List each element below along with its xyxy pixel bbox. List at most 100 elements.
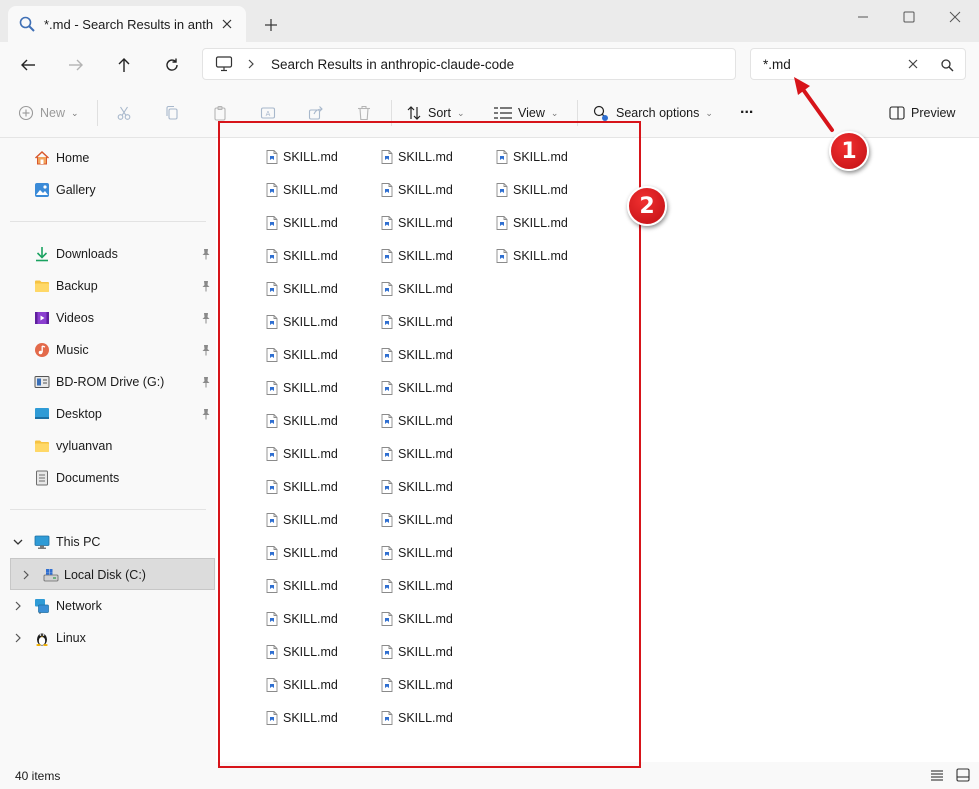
linux-icon xyxy=(34,630,50,646)
sidebar-item-label: Desktop xyxy=(56,407,102,421)
close-window-button[interactable] xyxy=(944,6,966,28)
this-pc-icon xyxy=(34,534,50,550)
chevron-right-icon[interactable] xyxy=(12,600,24,612)
sidebar-item-downloads[interactable]: Downloads xyxy=(0,238,216,270)
search-options-icon xyxy=(593,105,608,121)
sort-icon xyxy=(407,106,421,120)
divider xyxy=(10,509,206,510)
sidebar-item-documents[interactable]: Documents xyxy=(0,462,216,494)
annotation-badge-1: 1 xyxy=(829,131,869,171)
sidebar-item-label: Network xyxy=(56,599,102,613)
network-icon xyxy=(34,598,50,614)
sidebar-item-music[interactable]: Music xyxy=(0,334,216,366)
pin-icon[interactable] xyxy=(200,312,212,324)
videos-icon xyxy=(34,310,50,326)
sidebar-item-videos[interactable]: Videos xyxy=(0,302,216,334)
sidebar-item-linux[interactable]: Linux xyxy=(0,622,216,654)
sidebar-item-backup[interactable]: Backup xyxy=(0,270,216,302)
cut-button[interactable] xyxy=(116,102,138,124)
new-tab-button[interactable] xyxy=(260,14,282,36)
annotation-box xyxy=(218,121,641,768)
sidebar-item-label: This PC xyxy=(56,535,101,549)
search-options-label: Search options xyxy=(616,106,700,120)
delete-icon xyxy=(358,106,370,121)
sidebar-item-label: Music xyxy=(56,343,89,357)
sidebar-item-label: Videos xyxy=(56,311,94,325)
local-disk-icon xyxy=(43,567,59,583)
search-icon[interactable] xyxy=(939,57,955,73)
back-button[interactable] xyxy=(17,54,39,76)
drive-icon xyxy=(34,374,50,390)
forward-button[interactable] xyxy=(65,54,87,76)
home-icon xyxy=(34,150,50,166)
sort-label: Sort xyxy=(428,106,451,120)
view-list-icon xyxy=(494,107,512,119)
navigation-pane: Home Gallery Downloads Backup Videos Mus… xyxy=(0,138,216,762)
preview-label: Preview xyxy=(911,106,956,120)
breadcrumb-chevron-icon[interactable] xyxy=(247,56,259,72)
sidebar-item-label: Gallery xyxy=(56,183,96,197)
sidebar-item-label: vyluanvan xyxy=(56,439,113,453)
up-button[interactable] xyxy=(113,54,135,76)
sidebar-item-label: Linux xyxy=(56,631,86,645)
sidebar-item-bd-rom-drive[interactable]: BD-ROM Drive (G:) xyxy=(0,366,216,398)
refresh-button[interactable] xyxy=(161,54,183,76)
add-icon xyxy=(18,105,34,121)
close-tab-icon[interactable] xyxy=(218,15,236,33)
chevron-down-icon: ⌄ xyxy=(71,107,79,118)
sidebar-item-label: Documents xyxy=(56,471,120,485)
pin-icon[interactable] xyxy=(200,280,212,292)
view-label: View xyxy=(518,106,545,120)
details-view-icon[interactable] xyxy=(930,768,946,784)
more-options-button[interactable]: ... xyxy=(740,98,753,120)
pin-icon[interactable] xyxy=(200,408,212,420)
new-label: New xyxy=(40,106,66,120)
sidebar-item-label: BD-ROM Drive (G:) xyxy=(56,375,165,389)
desktop-icon xyxy=(34,406,50,422)
clear-search-icon[interactable] xyxy=(905,56,921,72)
chevron-right-icon[interactable] xyxy=(20,569,32,581)
annotation-badge-2: 2 xyxy=(627,186,667,226)
tab-title: *.md - Search Results in anthr xyxy=(44,16,214,32)
sidebar-item-vyluanvan[interactable]: vyluanvan xyxy=(0,430,216,462)
minimize-button[interactable] xyxy=(852,6,874,28)
chevron-down-icon: ⌄ xyxy=(456,107,465,118)
address-bar[interactable]: Search Results in anthropic-claude-code xyxy=(202,48,736,80)
sidebar-item-home[interactable]: Home xyxy=(0,142,216,174)
folder-icon xyxy=(34,278,50,294)
sidebar-item-desktop[interactable]: Desktop xyxy=(0,398,216,430)
copy-button[interactable] xyxy=(164,102,186,124)
title-bar: *.md - Search Results in anthr xyxy=(0,0,979,42)
sidebar-item-gallery[interactable]: Gallery xyxy=(0,174,216,206)
pin-icon[interactable] xyxy=(200,376,212,388)
sidebar-item-label: Local Disk (C:) xyxy=(64,568,146,582)
chevron-down-icon: ⌄ xyxy=(550,107,559,118)
sidebar-item-label: Downloads xyxy=(56,247,118,261)
pin-icon[interactable] xyxy=(200,248,212,260)
share-icon xyxy=(308,106,323,120)
tab-search-results[interactable]: *.md - Search Results in anthr xyxy=(8,6,246,42)
separator xyxy=(97,100,98,126)
sidebar-item-this-pc[interactable]: This PC xyxy=(0,526,216,558)
svg-text:A: A xyxy=(266,111,271,118)
music-icon xyxy=(34,342,50,358)
folder-icon xyxy=(34,438,50,454)
item-count: 40 items xyxy=(15,769,61,783)
documents-icon xyxy=(34,470,50,486)
sidebar-item-network[interactable]: Network xyxy=(0,590,216,622)
copy-icon xyxy=(166,105,178,120)
divider xyxy=(10,221,206,222)
sidebar-item-local-disk[interactable]: Local Disk (C:) xyxy=(10,558,215,590)
breadcrumb[interactable]: Search Results in anthropic-claude-code xyxy=(271,57,514,72)
sidebar-item-label: Backup xyxy=(56,279,98,293)
gallery-icon xyxy=(34,182,50,198)
new-button[interactable]: New ⌄ xyxy=(18,102,79,124)
large-icons-view-icon[interactable] xyxy=(956,768,972,784)
chevron-down-icon[interactable] xyxy=(12,536,24,548)
cut-icon xyxy=(117,106,131,120)
pin-icon[interactable] xyxy=(200,344,212,356)
maximize-button[interactable] xyxy=(898,6,920,28)
rename-icon: A xyxy=(260,107,276,119)
chevron-right-icon[interactable] xyxy=(12,632,24,644)
preview-button[interactable]: Preview xyxy=(889,102,955,124)
